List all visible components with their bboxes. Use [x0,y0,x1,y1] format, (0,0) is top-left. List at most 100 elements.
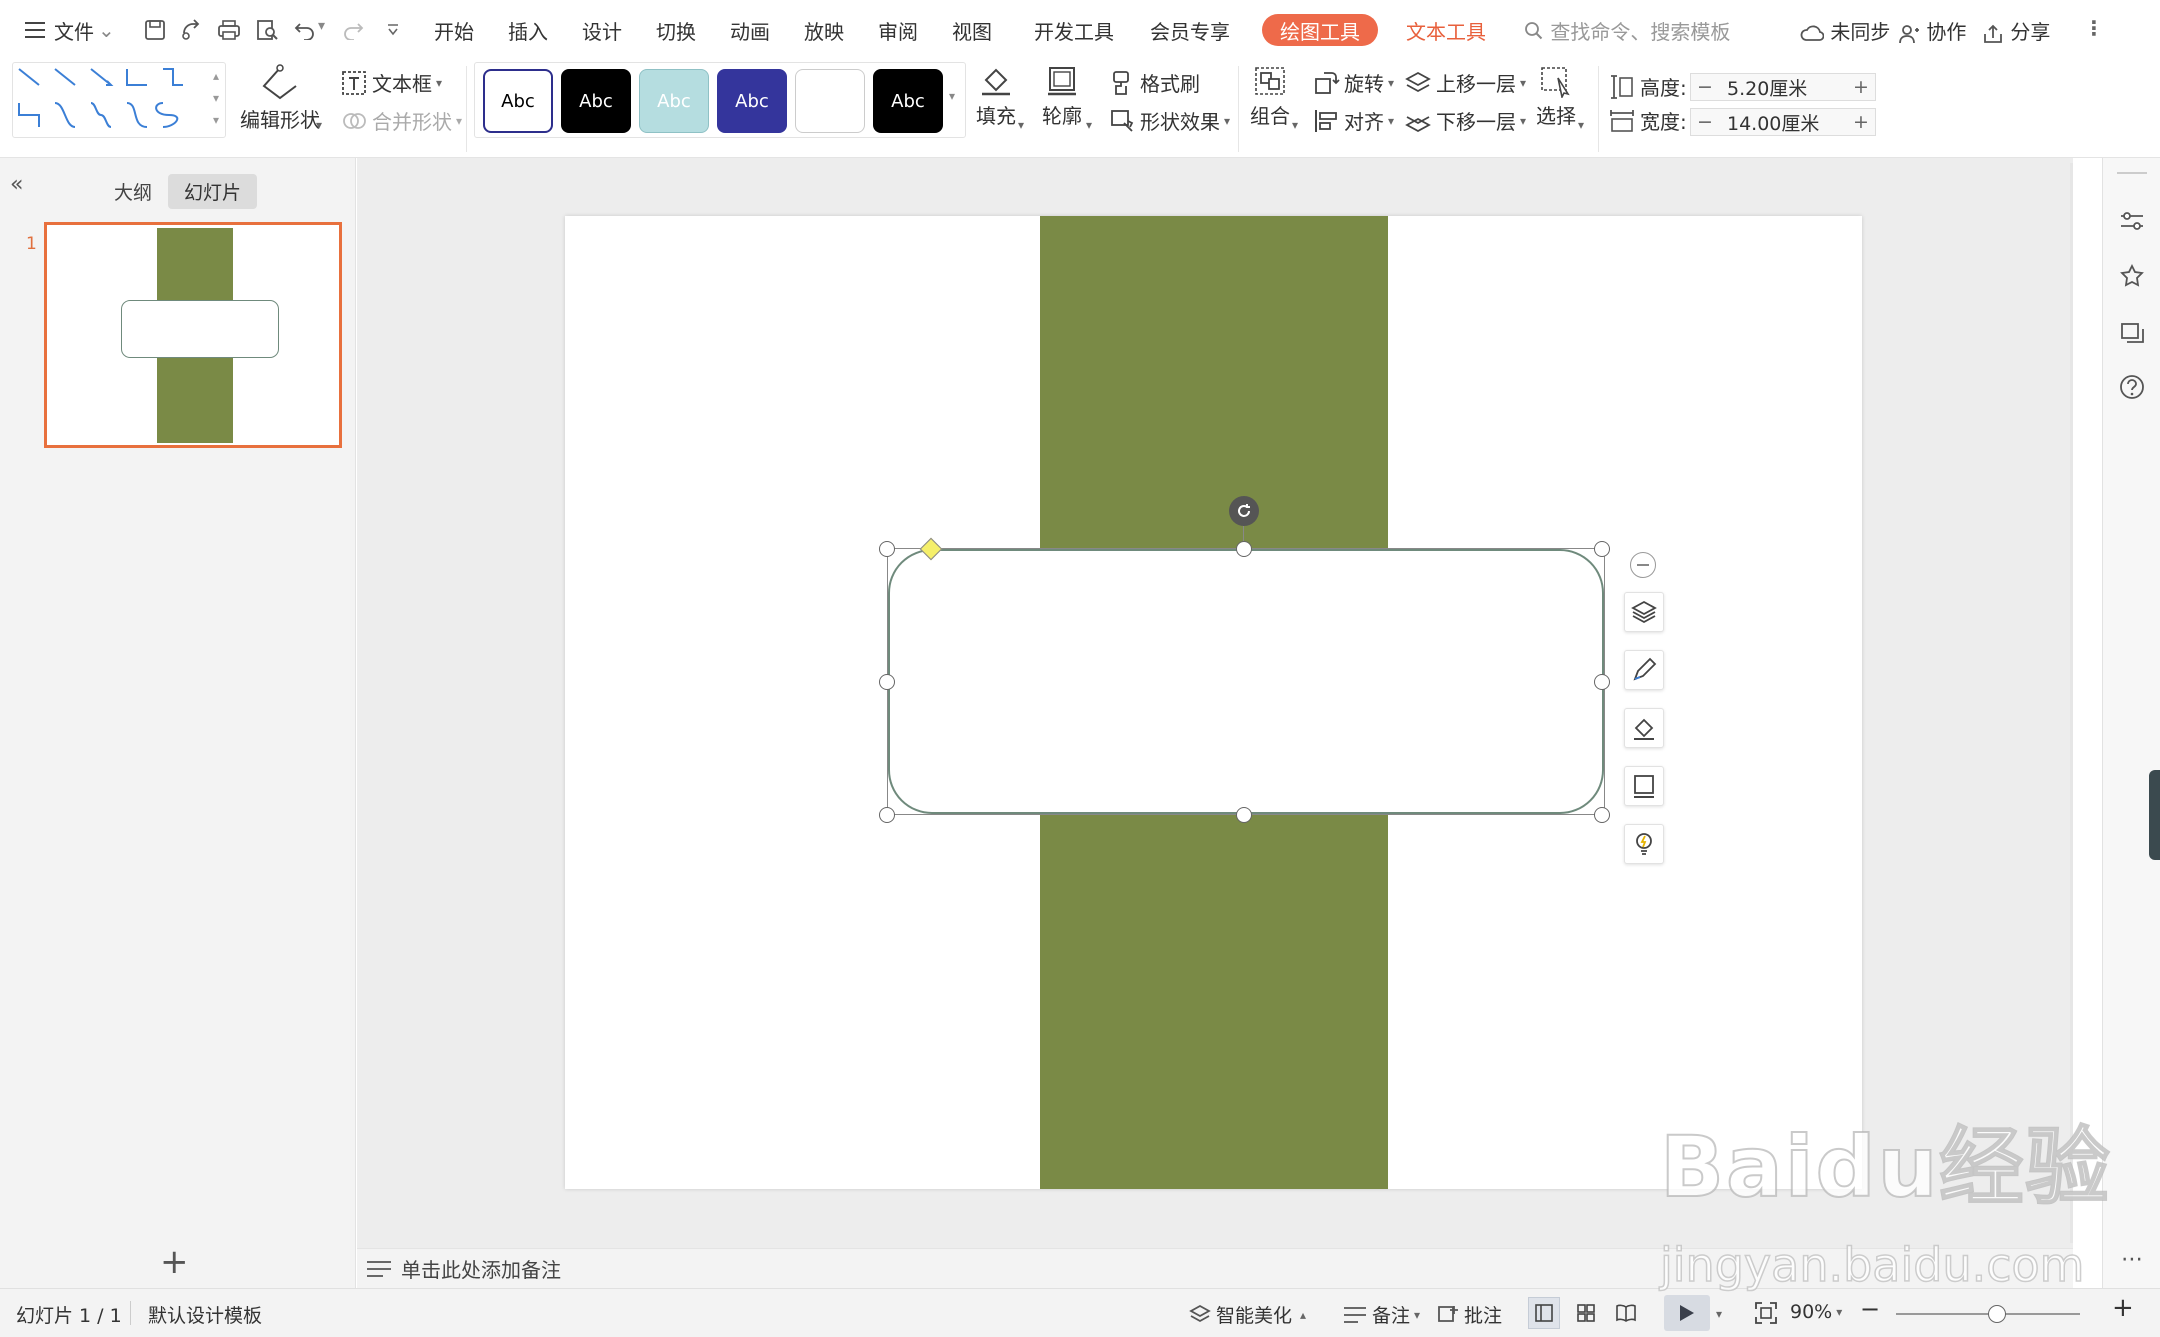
bring-forward-dropdown-icon[interactable]: ▾ [1520,76,1526,90]
resize-handle-bottom[interactable] [1236,807,1252,823]
slide-thumbnail[interactable] [44,222,342,448]
resize-handle-bottom-right[interactable] [1594,807,1610,823]
fill-button[interactable]: 填充 [976,64,1016,129]
tab-insert[interactable]: 插入 [508,16,548,45]
notes-toggle-button[interactable]: 备注 ▾ [1342,1301,1420,1328]
share-button[interactable]: 分享 [1982,16,2050,45]
fit-to-window-icon[interactable] [1754,1301,1780,1327]
reading-view-button[interactable] [1610,1297,1642,1329]
group-button[interactable]: 组合 [1250,64,1290,129]
undo-icon[interactable] [290,15,320,45]
undo-dropdown-icon[interactable]: ▾ [318,18,325,34]
align-button[interactable]: 对齐 ▾ [1312,106,1394,135]
redo-icon[interactable] [338,15,368,45]
resize-handle-right[interactable] [1594,674,1610,690]
shape-outline-button[interactable] [1624,766,1664,806]
zoom-slider-track[interactable] [1896,1305,2080,1323]
beautify-up-icon[interactable]: ▴ [1300,1308,1306,1322]
resize-handle-bottom-left[interactable] [879,807,895,823]
play-dropdown-icon[interactable]: ▾ [1716,1307,1722,1321]
play-slideshow-button[interactable] [1664,1295,1710,1331]
shape-effect-button[interactable]: 形状效果 ▾ [1108,106,1230,135]
resize-handle-top-left[interactable] [879,541,895,557]
zoom-level[interactable]: 90% ▾ [1790,1301,1842,1323]
collapse-panel-icon[interactable]: « [10,172,23,197]
tab-design[interactable]: 设计 [582,16,622,45]
select-dropdown-icon[interactable]: ▾ [1578,118,1584,132]
width-increase-button[interactable]: + [1847,111,1875,133]
file-menu[interactable]: 文件 [54,16,94,45]
resize-handle-left[interactable] [879,674,895,690]
print-preview-icon[interactable] [252,15,282,45]
style-preset-3[interactable]: Abc [639,69,709,133]
gallery-down-icon[interactable]: ▾ [213,91,219,105]
tab-developer[interactable]: 开发工具 [1034,16,1114,45]
fill-color-button[interactable] [1624,708,1664,748]
format-painter-button[interactable]: 格式刷 [1108,68,1200,97]
height-increase-button[interactable]: + [1847,76,1875,98]
pen-style-button[interactable] [1624,650,1664,690]
gallery-up-icon[interactable]: ▴ [213,69,219,83]
tab-outline[interactable]: 大纲 [98,174,168,209]
fill-dropdown-icon[interactable]: ▾ [1018,118,1024,132]
slide-transition-icon[interactable] [2117,318,2147,348]
select-button[interactable]: 选择 [1536,64,1576,129]
bring-forward-button[interactable]: 上移一层 ▾ [1404,68,1526,97]
merge-shape-button[interactable]: 合并形状 ▾ [340,106,462,135]
tab-drawing-tools[interactable]: 绘图工具 [1262,14,1378,46]
outline-button[interactable]: 轮廓 [1042,64,1082,129]
slide[interactable] [565,216,1862,1189]
tab-transition[interactable]: 切换 [656,16,696,45]
search-input[interactable]: 查找命令、搜索模板 [1524,16,1730,46]
shape-effect-dropdown-icon[interactable]: ▾ [1224,114,1230,128]
rotate-button[interactable]: 旋转 ▾ [1312,68,1394,97]
sync-status[interactable]: 未同步 [1800,16,1890,45]
line-shapes-gallery[interactable]: ▴ ▾ ▾ [12,62,226,138]
side-widget-tab[interactable] [2149,770,2160,860]
collapse-float-toolbar-button[interactable] [1630,552,1656,578]
print-icon[interactable] [214,15,244,45]
add-slide-button[interactable]: + [160,1242,189,1282]
width-decrease-button[interactable]: − [1691,111,1719,133]
template-name[interactable]: 默认设计模板 [148,1301,262,1328]
help-icon[interactable] [2117,372,2147,402]
style-preset-6[interactable]: Abc [873,69,943,133]
style-preset-4[interactable]: Abc [717,69,787,133]
rotate-dropdown-icon[interactable]: ▾ [1388,76,1394,90]
sorter-view-button[interactable] [1570,1297,1602,1329]
group-dropdown-icon[interactable]: ▾ [1292,118,1298,132]
animation-pin-icon[interactable] [2117,262,2147,292]
resize-handle-top-right[interactable] [1594,541,1610,557]
collab-button[interactable]: 协作 [1898,16,1966,45]
zoom-in-button[interactable]: + [2112,1293,2134,1323]
width-input[interactable]: 14.00厘米 [1719,109,1847,136]
edit-shape-button[interactable]: 编辑形状 [240,64,320,133]
rotate-handle[interactable] [1229,496,1259,526]
send-backward-dropdown-icon[interactable]: ▾ [1520,114,1526,128]
zoom-slider-thumb[interactable] [1988,1305,2007,1323]
vertical-scrollbar[interactable] [2070,163,2073,1243]
smart-suggest-button[interactable] [1624,824,1664,864]
style-gallery-more-icon[interactable]: ▾ [949,89,955,103]
height-input[interactable]: 5.20厘米 [1719,74,1847,101]
style-preset-1[interactable]: Abc [483,69,553,133]
style-preset-2[interactable]: Abc [561,69,631,133]
height-stepper[interactable]: − 5.20厘米 + [1690,73,1876,101]
chevron-down-icon[interactable]: ⌄ [98,18,115,42]
zoom-out-button[interactable]: − [1860,1295,1880,1323]
edit-shape-dropdown-icon[interactable]: ▾ [316,118,322,132]
more-menu-icon[interactable]: ⋮ [2084,16,2104,40]
save-icon[interactable] [140,15,170,45]
align-dropdown-icon[interactable]: ▾ [1388,114,1394,128]
zoom-dropdown-icon[interactable]: ▾ [1836,1305,1842,1319]
tab-text-tools[interactable]: 文本工具 [1406,16,1486,45]
smart-beautify-button[interactable]: 智能美化 ▴ [1188,1301,1306,1328]
tab-animation[interactable]: 动画 [730,16,770,45]
comments-button[interactable]: 批注 [1436,1301,1502,1328]
customize-toolbar-icon[interactable] [378,15,408,45]
export-icon[interactable] [176,15,206,45]
width-stepper[interactable]: − 14.00厘米 + [1690,108,1876,136]
tab-start[interactable]: 开始 [434,16,474,45]
gallery-expand-icon[interactable]: ▾ [213,113,219,127]
layers-button[interactable] [1624,592,1664,632]
